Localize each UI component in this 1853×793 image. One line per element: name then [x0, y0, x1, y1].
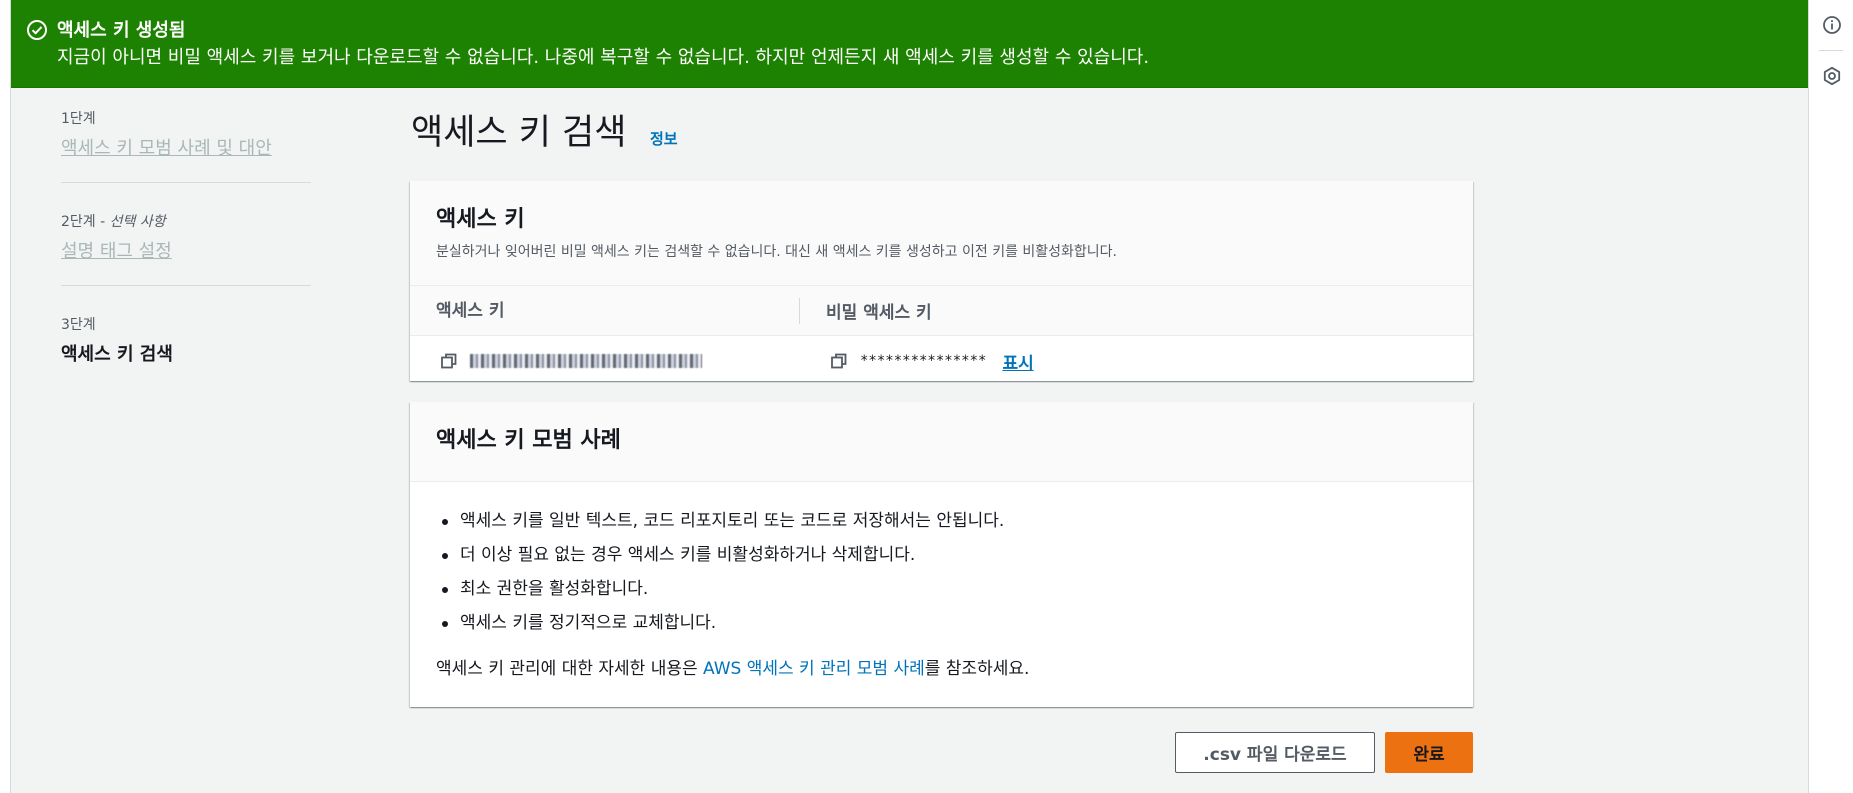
column-header-access-key: 액세스 키 [410, 297, 800, 324]
step-link-tags[interactable]: 설명 태그 설정 [61, 237, 311, 263]
best-practices-panel: 액세스 키 모범 사례 액세스 키를 일반 텍스트, 코드 리포지토리 또는 코… [410, 402, 1473, 707]
download-csv-button[interactable]: .csv 파일 다운로드 [1175, 732, 1375, 773]
step-link-best-practices[interactable]: 액세스 키 모범 사례 및 대안 [61, 134, 311, 160]
page-title: 액세스 키 검색 [411, 113, 627, 153]
left-nav-strip [0, 0, 11, 793]
panel-header: 액세스 키 모범 사례 [410, 402, 1473, 482]
column-header-secret-key: 비밀 액세스 키 [826, 303, 932, 323]
flash-title: 액세스 키 생성됨 [57, 20, 186, 41]
table-row: *************** 표시 [410, 336, 1473, 386]
step-number: 2단계 - 선택 사항 [61, 214, 166, 230]
keys-table: 액세스 키 비밀 액세스 키 *************** 표시 [410, 286, 1473, 386]
check-circle-icon [27, 20, 47, 40]
hexagon-settings-icon[interactable] [1822, 66, 1842, 86]
panel-header: 액세스 키 분실하거나 잊어버린 비밀 액세스 키는 검색할 수 없습니다. 대… [410, 181, 1473, 286]
info-icon[interactable] [1822, 15, 1842, 35]
wizard-steps: 1단계 액세스 키 모범 사례 및 대안 2단계 - 선택 사항 설명 태그 설… [61, 108, 311, 416]
step-2: 2단계 - 선택 사항 설명 태그 설정 [61, 211, 311, 286]
more-info-text: 액세스 키 관리에 대한 자세한 내용은 AWS 액세스 키 관리 모범 사례를… [436, 659, 1030, 679]
list-item: 액세스 키를 일반 텍스트, 코드 리포지토리 또는 코드로 저장해서는 안됩니… [436, 504, 1447, 538]
access-key-value-redacted [470, 354, 702, 368]
access-key-panel: 액세스 키 분실하거나 잊어버린 비밀 액세스 키는 검색할 수 없습니다. 대… [410, 181, 1473, 381]
panel-title: 액세스 키 모범 사례 [436, 428, 621, 453]
show-secret-link[interactable]: 표시 [1002, 349, 1033, 374]
panel-description: 분실하거나 잊어버린 비밀 액세스 키는 검색할 수 없습니다. 대신 새 액세… [436, 244, 1118, 260]
panel-title: 액세스 키 [436, 207, 525, 232]
copy-icon[interactable] [440, 352, 458, 370]
step-number: 1단계 [61, 111, 96, 127]
list-item: 더 이상 필요 없는 경우 액세스 키를 비활성화하거나 삭제합니다. [436, 538, 1447, 572]
access-key-cell [410, 352, 800, 370]
step-current-retrieve: 액세스 키 검색 [61, 344, 173, 365]
table-header: 액세스 키 비밀 액세스 키 [410, 286, 1473, 336]
panel-body: 액세스 키를 일반 텍스트, 코드 리포지토리 또는 코드로 저장해서는 안됩니… [410, 482, 1473, 707]
best-practices-list: 액세스 키를 일반 텍스트, 코드 리포지토리 또는 코드로 저장해서는 안됩니… [436, 504, 1447, 640]
list-item: 액세스 키를 정기적으로 교체합니다. [436, 606, 1447, 640]
copy-icon[interactable] [830, 352, 848, 370]
utility-rail [1808, 0, 1853, 793]
step-3: 3단계 액세스 키 검색 [61, 314, 311, 388]
step-1: 1단계 액세스 키 모범 사례 및 대안 [61, 108, 311, 183]
flash-message: 지금이 아니면 비밀 액세스 키를 보거나 다운로드할 수 없습니다. 나중에 … [57, 47, 1150, 68]
rail-divider [1819, 50, 1843, 51]
done-button[interactable]: 완료 [1385, 732, 1473, 773]
success-flash-banner: 액세스 키 생성됨 지금이 아니면 비밀 액세스 키를 보거나 다운로드할 수 … [11, 0, 1808, 88]
secret-key-cell: *************** 표시 [800, 349, 1034, 374]
step-number: 3단계 [61, 317, 96, 333]
info-link[interactable]: 정보 [650, 128, 678, 149]
best-practices-doc-link[interactable]: AWS 액세스 키 관리 모범 사례 [703, 659, 925, 679]
secret-key-masked: *************** [860, 353, 987, 369]
list-item: 최소 권한을 활성화합니다. [436, 572, 1447, 606]
